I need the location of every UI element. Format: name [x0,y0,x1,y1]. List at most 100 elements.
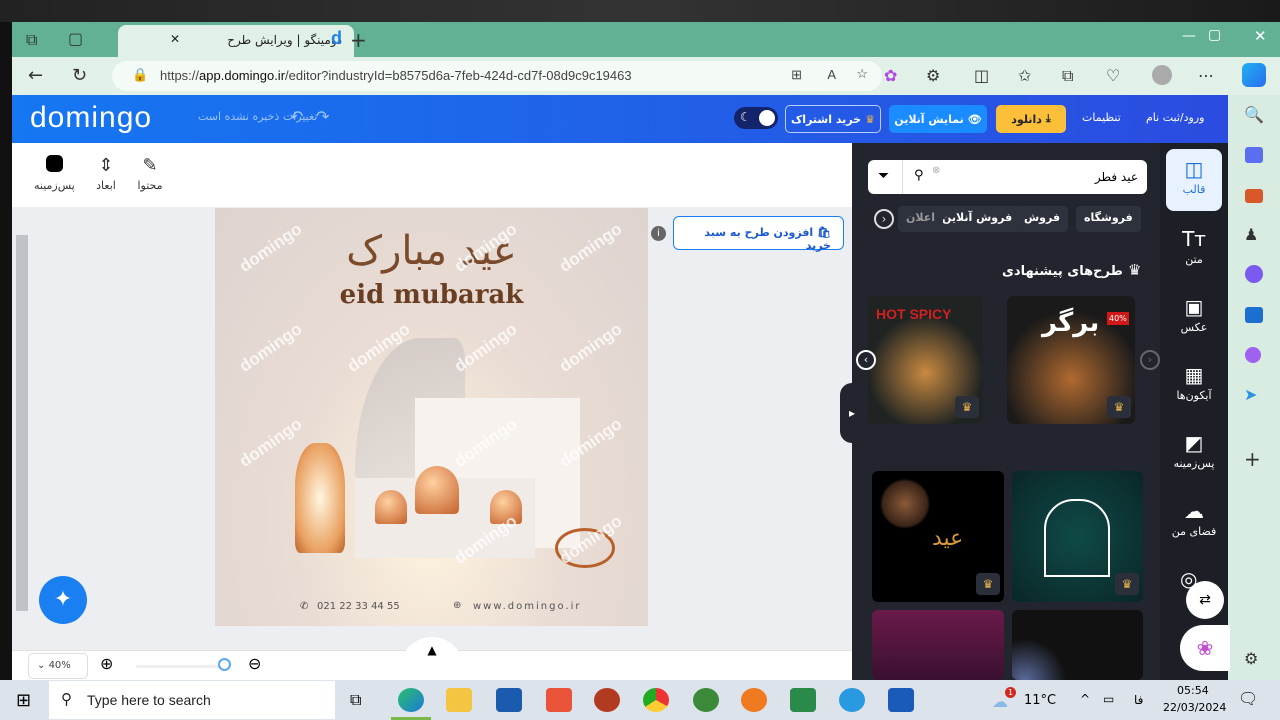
collections-icon[interactable]: ⧉ [1062,66,1073,86]
clock-date[interactable]: 22/03/2024 [1163,701,1226,714]
dark-mode-toggle[interactable]: ☾ [734,107,778,129]
carousel-prev-icon[interactable]: ‹ [856,350,876,370]
zoom-level-dropdown[interactable]: ⌄ 40% [28,653,88,679]
outlook-icon[interactable] [1245,307,1263,323]
template-card-hot-spicy[interactable]: HOT SPICY ♛ [868,296,983,424]
download-button[interactable]: ⤓ دانلود [996,105,1066,133]
windows-start-icon[interactable]: ⊞ [16,690,31,711]
app-green-icon[interactable] [790,688,816,712]
edge-taskbar-icon[interactable] [398,688,424,712]
close-window-icon[interactable]: ✕ [1254,27,1267,45]
language-indicator[interactable]: فا [1134,693,1143,707]
back-icon[interactable]: ← [28,65,43,86]
show-hidden-icons[interactable]: ^ [1080,692,1090,706]
add-to-cart-button[interactable]: 🛍 افزودن طرح به سبد خرید [673,216,844,252]
network-app-icon[interactable] [693,688,719,712]
new-tab-icon[interactable]: + [350,28,367,52]
games-icon[interactable]: ♟ [1244,225,1258,244]
designer-icon[interactable] [1245,347,1261,363]
rail-my-space[interactable]: ☁ فضای من [1166,491,1222,553]
vertical-scrollbar[interactable] [16,235,28,611]
template-card-burger[interactable]: برگر 40% ♛ [1007,296,1135,424]
undo-icon[interactable]: ↶ [290,107,303,126]
vertical-tabs-icon[interactable]: ▢ [68,29,83,48]
zoom-slider-handle[interactable] [218,658,231,671]
chips-next-icon[interactable]: › [874,209,894,229]
zoom-out-icon[interactable]: ⊖ [248,654,261,673]
ai-brain-button[interactable]: ❀ [1180,625,1230,671]
clear-search-icon[interactable]: ⊗ [932,165,940,176]
info-icon[interactable]: i [651,226,666,241]
search-icon[interactable]: ⚲ [914,168,924,183]
magic-wand-button[interactable]: ✦ [39,576,87,624]
filter-icon[interactable]: ⏷ [878,168,889,184]
template-card-eid-purple[interactable] [872,610,1004,680]
carousel-next-icon[interactable]: › [1140,350,1160,370]
sidebar-settings-icon[interactable]: ⚙ [1244,649,1258,668]
rail-text[interactable]: Tт متن [1166,219,1222,281]
telegram-taskbar-icon[interactable] [839,688,865,712]
copilot-extension-icon[interactable]: ✿ [884,66,897,85]
word-icon[interactable] [888,688,914,712]
settings-link[interactable]: تنظیمات [1082,111,1121,124]
telegram-icon[interactable]: ➤ [1244,385,1257,404]
shopping-icon[interactable] [1245,147,1263,163]
browser-tab[interactable]: دومینگو | ویرایش طرح ✕ d [118,25,354,57]
minimize-icon[interactable]: — [1182,28,1196,44]
psiphon-icon[interactable] [594,688,620,712]
read-aloud-icon[interactable]: A [827,67,836,82]
app-available-icon[interactable]: ⊞ [791,67,802,83]
rail-icons[interactable]: ▦ آیکون‌ها [1166,355,1222,417]
toolbar-content[interactable]: ✎ محتوا [130,155,170,192]
template-card-eid-green[interactable]: ♛ [1012,471,1143,602]
clock-time[interactable]: 05:54 [1177,684,1209,697]
chip-notice[interactable]: اعلان [898,206,944,232]
refresh-icon[interactable]: ↻ [72,65,87,86]
tools-icon[interactable] [1245,189,1263,203]
template-card-eid-moon[interactable]: عید ♛ [872,471,1004,602]
extensions-icon[interactable]: ⚙ [926,66,940,85]
collapse-panel-button[interactable]: ▸ [840,383,864,443]
task-view-icon[interactable]: ⧉ [350,690,361,710]
design-preview[interactable]: عید مبارک eid mubarak ✆ 021 22 33 44 55 … [215,208,648,626]
tab-close-icon[interactable]: ✕ [170,32,180,46]
battery-icon[interactable]: ▭ [1103,692,1114,706]
rail-template[interactable]: ◫ قالب [1166,149,1222,211]
split-screen-icon[interactable]: ◫ [974,66,989,85]
rail-background[interactable]: ◩ پس‌زمینه [1166,423,1222,485]
notifications-icon[interactable]: 🗨 [1238,689,1258,708]
search-icon[interactable]: 🔍 [1244,105,1264,124]
copilot-icon[interactable] [1242,63,1266,87]
chip-sales[interactable]: فروش [1016,206,1069,232]
toolbar-dimensions[interactable]: ⇕ ابعاد [86,155,126,192]
preview-button[interactable]: 👁 نمایش آنلاین [889,105,987,133]
url-input[interactable]: 🔒 https://app.domingo.ir/editor?industry… [112,61,882,91]
template-search-input[interactable] [948,166,1138,188]
chip-online-sales[interactable]: فروش آنلاین [934,206,1021,232]
chrome-icon[interactable] [643,688,669,712]
chip-store[interactable]: فروشگاه [1076,206,1141,232]
redo-icon[interactable]: ↷ [316,107,329,126]
maximize-icon[interactable]: ▢ [1208,27,1221,43]
add-sidebar-icon[interactable]: + [1244,447,1261,471]
file-explorer-icon[interactable] [446,688,472,712]
profile-avatar[interactable] [1152,65,1172,85]
taskbar-search-input[interactable]: ⚲ Type here to search [49,681,335,719]
translate-button[interactable]: ⇄ [1186,581,1224,619]
template-card-eid-fitr[interactable] [1012,610,1143,680]
favorites-icon[interactable]: ✩ [1018,66,1031,85]
app-c-icon[interactable] [546,688,572,712]
performance-icon[interactable]: ♡ [1106,66,1120,85]
microsoft365-icon[interactable] [1245,265,1263,283]
firefox-icon[interactable] [741,688,767,712]
subscribe-button[interactable]: ♛ خرید اشتراک [785,105,881,133]
zoom-in-icon[interactable]: ⊕ [100,654,113,673]
store-icon[interactable] [496,688,522,712]
domingo-logo[interactable]: domingo [30,101,152,135]
workspaces-icon[interactable]: ⧉ [26,30,37,50]
more-menu-icon[interactable]: ⋯ [1198,66,1214,85]
toolbar-background[interactable]: پس‌زمینه [34,155,75,192]
favorite-star-icon[interactable]: ☆ [856,66,868,82]
zoom-slider[interactable] [136,665,226,668]
login-link[interactable]: ورود/ثبت نام [1146,111,1204,124]
